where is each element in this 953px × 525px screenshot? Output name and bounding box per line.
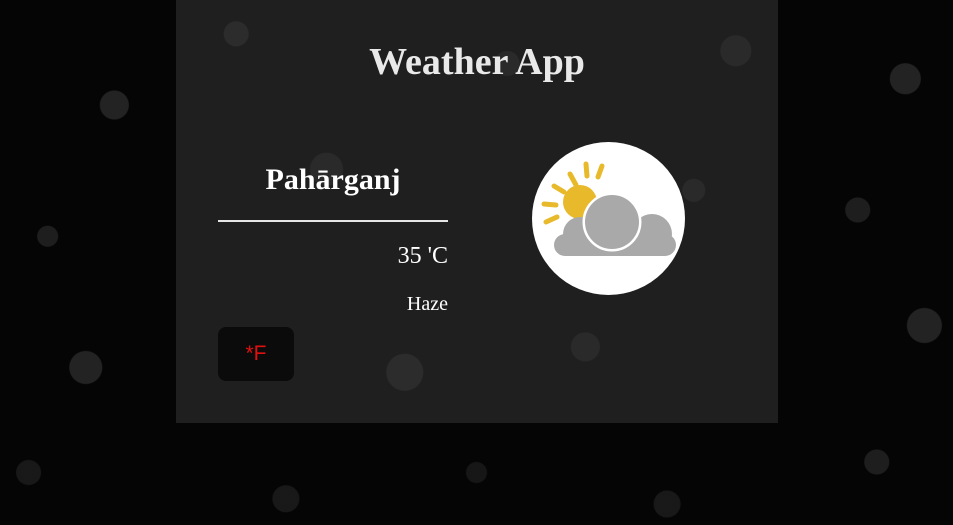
weather-icon-container: [532, 142, 685, 295]
unit-toggle-button[interactable]: *F: [218, 327, 294, 381]
weather-card: Weather App Pahārganj 35 'C Haze *F: [176, 0, 778, 423]
cloud-top-fill: [585, 195, 639, 249]
page-title: Weather App: [369, 41, 585, 83]
partly-cloudy-day-icon: [541, 161, 676, 256]
weather-description: Haze: [406, 293, 448, 315]
temperature-value: 35 'C: [397, 243, 448, 269]
city-name: Pahārganj: [265, 163, 401, 196]
city-divider: [218, 220, 448, 222]
